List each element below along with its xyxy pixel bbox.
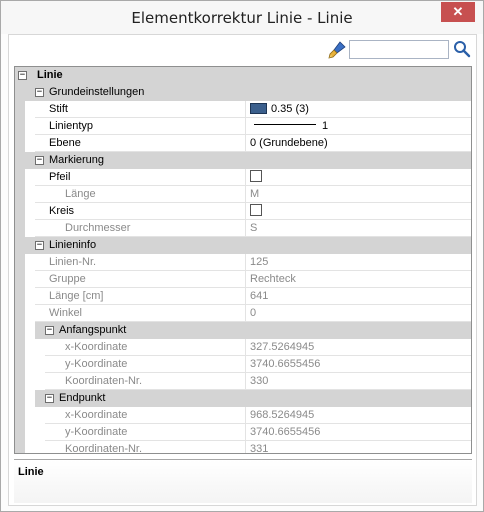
property-value-kreis[interactable] [245,203,471,220]
property-grid: − Linie − Grundeinstellungen Stift 0.35 … [14,66,472,454]
collapse-toggle-icon[interactable]: − [45,326,54,335]
property-label: Stift [35,101,245,118]
close-button[interactable]: ✕ [441,2,475,22]
category-label: Grundeinstellungen [49,86,145,98]
property-label: Gruppe [35,271,245,288]
property-label: Länge [cm] [35,288,245,305]
category-label: Endpunkt [59,392,106,404]
property-row-winkel[interactable]: Winkel 0 [15,305,471,322]
property-row-kreis[interactable]: Kreis [15,203,471,220]
property-label: Linientyp [35,118,245,135]
property-value-linientyp[interactable]: 1 [245,118,471,135]
category-label: Markierung [49,154,105,166]
linientyp-value: 1 [322,120,329,132]
property-row-laenge-cm[interactable]: Länge [cm] 641 [15,288,471,305]
pfeil-checkbox[interactable] [250,170,262,182]
property-value-gruppe: Rechteck [245,271,471,288]
property-label: y-Koordinate [45,356,245,373]
property-value-laenge-cm: 641 [245,288,471,305]
category-markierung[interactable]: − Markierung [15,152,471,169]
property-label: x-Koordinate [45,407,245,424]
stift-value: 0.35 (3) [271,103,309,115]
property-row-pfeil[interactable]: Pfeil [15,169,471,186]
client-area: − Linie − Grundeinstellungen Stift 0.35 … [8,34,477,506]
property-row-end-x[interactable]: x-Koordinate 968.5264945 [15,407,471,424]
property-row-ebene[interactable]: Ebene 0 (Grundebene) [15,135,471,152]
property-label: Koordinaten-Nr. [45,441,245,453]
property-label: Durchmesser [35,220,245,237]
properties-window: Elementkorrektur Linie - Linie ✕ − Linie [0,0,484,512]
property-value-end-y: 3740.6655456 [245,424,471,441]
property-row-anfang-nr[interactable]: Koordinaten-Nr. 330 [15,373,471,390]
property-label: Kreis [35,203,245,220]
property-value-anfang-x: 327.5264945 [245,339,471,356]
property-value-stift[interactable]: 0.35 (3) [245,101,471,118]
property-value-pfeil[interactable] [245,169,471,186]
category-label: Anfangspunkt [59,324,127,336]
toolbar [9,35,476,65]
property-value-end-nr: 331 [245,441,471,453]
category-linieninfo[interactable]: − Linieninfo [15,237,471,254]
property-label: Winkel [35,305,245,322]
property-row-laenge[interactable]: Länge M [15,186,471,203]
kreis-checkbox[interactable] [250,204,262,216]
description-title: Linie [18,466,44,478]
description-panel: Linie [14,459,472,503]
property-row-end-y[interactable]: y-Koordinate 3740.6655456 [15,424,471,441]
collapse-toggle-icon[interactable]: − [45,394,54,403]
property-label: Länge [35,186,245,203]
property-value-end-x: 968.5264945 [245,407,471,424]
property-row-anfang-y[interactable]: y-Koordinate 3740.6655456 [15,356,471,373]
property-row-linientyp[interactable]: Linientyp 1 [15,118,471,135]
property-label: Ebene [35,135,245,152]
property-label: x-Koordinate [45,339,245,356]
property-row-end-nr[interactable]: Koordinaten-Nr. 331 [15,441,471,453]
category-grundeinstellungen[interactable]: − Grundeinstellungen [15,84,471,101]
property-value-linien-nr: 125 [245,254,471,271]
property-value-anfang-nr: 330 [245,373,471,390]
window-title: Elementkorrektur Linie - Linie [131,9,353,27]
property-value-laenge: M [245,186,471,203]
property-value-anfang-y: 3740.6655456 [245,356,471,373]
search-input[interactable] [349,40,449,59]
property-row-gruppe[interactable]: Gruppe Rechteck [15,271,471,288]
category-endpunkt[interactable]: − Endpunkt [15,390,471,407]
search-icon[interactable] [453,40,471,58]
property-label: Pfeil [35,169,245,186]
property-row-linien-nr[interactable]: Linien-Nr. 125 [15,254,471,271]
property-label: y-Koordinate [45,424,245,441]
property-row-anfang-x[interactable]: x-Koordinate 327.5264945 [15,339,471,356]
property-value-winkel: 0 [245,305,471,322]
collapse-toggle-icon[interactable]: − [35,88,44,97]
property-row-stift[interactable]: Stift 0.35 (3) [15,101,471,118]
line-type-sample [254,124,316,125]
collapse-toggle-icon[interactable]: − [35,156,44,165]
property-label: Koordinaten-Nr. [45,373,245,390]
property-value-ebene[interactable]: 0 (Grundebene) [245,135,471,152]
collapse-toggle-icon[interactable]: − [18,71,27,80]
collapse-toggle-icon[interactable]: − [35,241,44,250]
category-label: Linieninfo [49,239,97,251]
category-anfangspunkt[interactable]: − Anfangspunkt [15,322,471,339]
property-label: Linien-Nr. [35,254,245,271]
category-label: Linie [37,69,63,81]
category-linie[interactable]: − Linie [15,67,471,84]
property-value-durchmesser: S [245,220,471,237]
property-row-durchmesser[interactable]: Durchmesser S [15,220,471,237]
title-bar[interactable]: Elementkorrektur Linie - Linie ✕ [1,1,483,34]
pen-color-swatch [250,103,267,114]
brush-icon[interactable] [327,40,347,60]
